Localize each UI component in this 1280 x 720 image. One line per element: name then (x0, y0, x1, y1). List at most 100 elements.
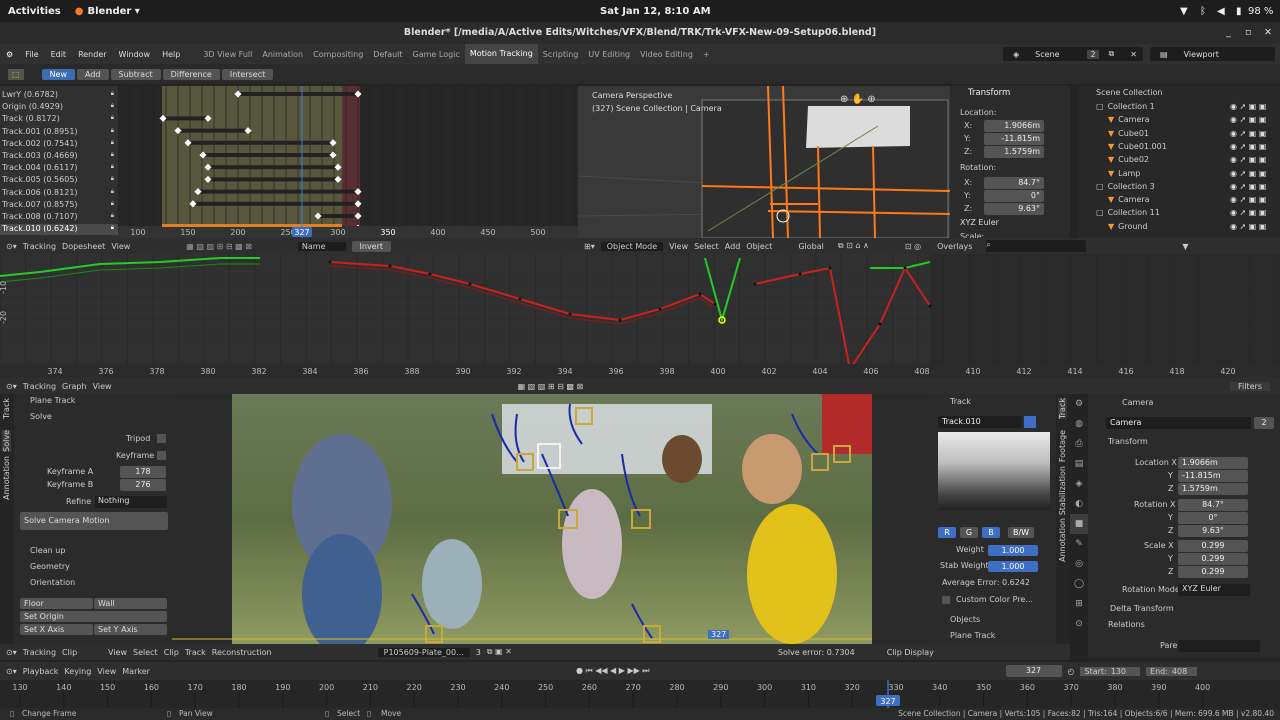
timeline-keying[interactable]: Keying (64, 667, 91, 676)
clip-editor-icon[interactable]: ⊙▾ (6, 648, 17, 657)
new-button[interactable]: New (41, 68, 76, 80)
prop-scale-y[interactable]: 0.299 (1178, 553, 1248, 565)
overlays-toggle[interactable]: Overlays (937, 242, 972, 251)
parent-field[interactable] (1178, 640, 1260, 652)
track-list-item[interactable]: Track (0.8172) 🔒︎ (0, 114, 118, 125)
visibility-icons[interactable]: ◉ ➚ ▣ ▣ (1230, 115, 1266, 124)
timeline[interactable]: 130 140 150 160 170 180 190 200 210 220 230 240 250 2… (0, 680, 1280, 708)
viewport-nav-icons[interactable]: ⊕ ✋ ⊕ (840, 94, 876, 105)
clip-menu-track[interactable]: Track (185, 648, 206, 657)
n-loc-y[interactable]: -11.815m (984, 133, 1044, 145)
outliner-item[interactable]: ▼ Lamp ◉ ➚ ▣ ▣ (1108, 169, 1280, 181)
world-tab-icon[interactable]: ◐ (1070, 494, 1088, 514)
n-loc-x[interactable]: 1.9066m (984, 120, 1044, 132)
select-tool-icon[interactable]: ⬚ (8, 68, 24, 80)
channel-g-toggle[interactable]: G (960, 527, 978, 538)
prop-rot-x[interactable]: 84.7° (1178, 499, 1248, 511)
timeline-playback[interactable]: Playback (23, 667, 59, 676)
refine-dropdown[interactable]: Nothing (95, 496, 167, 508)
outliner-item[interactable]: ▼ Cube02 ◉ ➚ ▣ ▣ (1108, 155, 1280, 167)
tab-game-logic[interactable]: Game Logic (408, 50, 465, 59)
stopwatch-icon[interactable]: ◴ (1068, 667, 1075, 676)
outliner-item[interactable]: ▢ Collection 11 ◉ ➚ ▣ ▣ (1096, 208, 1276, 220)
activities-button[interactable]: Activities (8, 6, 61, 17)
outliner-filter-icon[interactable]: ▼ (1182, 242, 1188, 251)
prop-rot-y[interactable]: 0° (1178, 512, 1248, 524)
n-rotmode-dropdown[interactable]: XYZ Euler (960, 218, 1065, 227)
tripod-checkbox[interactable] (157, 434, 166, 443)
particles-tab-icon[interactable]: ◎ (1070, 554, 1088, 574)
clip-menu-reconstruction[interactable]: Reconstruction (212, 648, 272, 657)
timeline-view[interactable]: View (97, 667, 116, 676)
viewport-menu-object[interactable]: Object (746, 242, 772, 251)
visibility-icons[interactable]: ◉ ➚ ▣ ▣ (1230, 195, 1266, 204)
prop-loc-z[interactable]: 1.5759m (1178, 483, 1248, 495)
side-tab-solve[interactable]: Solve (2, 430, 11, 452)
outliner-item[interactable]: ▼ Camera ◉ ➚ ▣ ▣ (1108, 115, 1280, 127)
clip-tab-annotation[interactable]: Annotation (1058, 518, 1067, 562)
track-list-item[interactable]: LwrY (0.6782) 🔒︎ (0, 90, 118, 101)
plane-track-header[interactable]: Plane Track (30, 396, 75, 405)
clip-menu-clip[interactable]: Clip (164, 648, 179, 657)
battery-icon[interactable]: ▮ (1236, 6, 1242, 17)
3d-viewport[interactable]: Camera Perspective (327) Scene Collectio… (578, 86, 950, 238)
tab-3d-view-full[interactable]: 3D View Full (198, 50, 257, 59)
playback-controls[interactable]: ● ⏮ ◀◀ ◀ ▶ ▶▶ ⏭ (576, 666, 650, 676)
keyframe-b-field[interactable]: 276 (120, 479, 166, 491)
lock-icon[interactable]: 🔒︎ (111, 188, 114, 196)
lock-icon[interactable]: 🔒︎ (111, 200, 114, 208)
subtract-button[interactable]: Subtract (110, 68, 161, 80)
lock-icon[interactable]: 🔒︎ (111, 114, 114, 122)
difference-button[interactable]: Difference (162, 68, 220, 80)
outliner-item[interactable]: ▼ Ground ◉ ➚ ▣ ▣ (1108, 222, 1280, 234)
clip-view-mode[interactable]: Clip (62, 648, 102, 657)
orientation-dropdown[interactable]: Global (798, 242, 824, 251)
solve-camera-motion-button[interactable]: Solve Camera Motion (20, 512, 168, 530)
menu-window[interactable]: Window (113, 50, 157, 59)
filter-icons[interactable]: ▦ ▧ ▨ ⊞ ⊟ ▩ ⊠ (186, 242, 252, 251)
modifier-tab-icon[interactable]: ✎ (1070, 534, 1088, 554)
lock-icon[interactable]: 🔒︎ (111, 163, 114, 171)
graph-mode[interactable]: Tracking (23, 382, 56, 391)
viewlayer-selector[interactable]: ▤ Viewport (1150, 47, 1275, 61)
viewport-editor-icon[interactable]: ⊞▾ (584, 242, 595, 251)
menu-edit[interactable]: Edit (45, 50, 73, 59)
clip-file-icons[interactable]: ⧉ ▣ ✕ (487, 647, 512, 657)
menu-render[interactable]: Render (72, 50, 112, 59)
intersect-button[interactable]: Intersect (221, 68, 274, 80)
keyframe-checkbox[interactable] (157, 451, 166, 460)
output-tab-icon[interactable]: ⎙ (1070, 434, 1088, 454)
tool-tab-icon[interactable]: ⚙ (1070, 394, 1088, 414)
properties-transform-header[interactable]: Transform (1108, 437, 1148, 446)
render-tab-icon[interactable]: ◍ (1070, 414, 1088, 434)
add-button[interactable]: Add (77, 68, 109, 80)
set-origin-button[interactable]: Set Origin (20, 611, 167, 622)
track-select-icon[interactable] (1024, 416, 1036, 428)
relations-header[interactable]: Relations (1108, 620, 1145, 629)
lock-icon[interactable]: 🔒︎ (111, 175, 114, 183)
graph-editor[interactable]: -10 -20 374 376 378 380 382 384 386 388 390 392 394 3… (0, 254, 1280, 378)
graph-filters[interactable]: Filters (1230, 381, 1270, 391)
n-loc-z[interactable]: 1.5759m (984, 146, 1044, 158)
side-tab-track[interactable]: Track (2, 398, 11, 419)
invert-button[interactable]: Invert (351, 240, 392, 252)
track-list-item[interactable]: Track.005 (0.5605) 🔒︎ (0, 175, 118, 186)
side-tab-annotation[interactable]: Annotation (2, 456, 11, 500)
outliner-item[interactable]: ▢ Collection 1 ◉ ➚ ▣ ▣ (1096, 102, 1276, 114)
custom-color-preset[interactable]: Custom Color Pre... (956, 595, 1033, 604)
mode-dropdown[interactable]: Tracking (23, 242, 56, 251)
prop-scale-z[interactable]: 0.299 (1178, 566, 1248, 578)
app-menu[interactable]: Blender ▾ (88, 6, 140, 17)
track-list-item[interactable]: Track.007 (0.8575) 🔒︎ (0, 200, 118, 211)
clip-tab-footage[interactable]: Footage (1058, 430, 1067, 462)
visibility-icons[interactable]: ◉ ➚ ▣ ▣ (1230, 155, 1266, 164)
graph-filter-icons[interactable]: ▦ ▧ ▨ ⊞ ⊟ ▩ ⊠ (518, 382, 584, 391)
graph-view-menu[interactable]: View (93, 382, 112, 391)
view-layer-tab-icon[interactable]: ▤ (1070, 454, 1088, 474)
timeline-editor-icon[interactable]: ⊙▾ (6, 667, 17, 676)
outliner-item[interactable]: ▼ Camera ◉ ➚ ▣ ▣ (1108, 195, 1280, 207)
track-list-item[interactable]: Track.003 (0.4669) 🔒︎ (0, 151, 118, 162)
track-list-item[interactable]: Origin (0.4929) 🔒︎ (0, 102, 118, 113)
physics-tab-icon[interactable]: ◯ (1070, 574, 1088, 594)
track-list-item[interactable]: Track.002 (0.7541) 🔒︎ (0, 139, 118, 150)
